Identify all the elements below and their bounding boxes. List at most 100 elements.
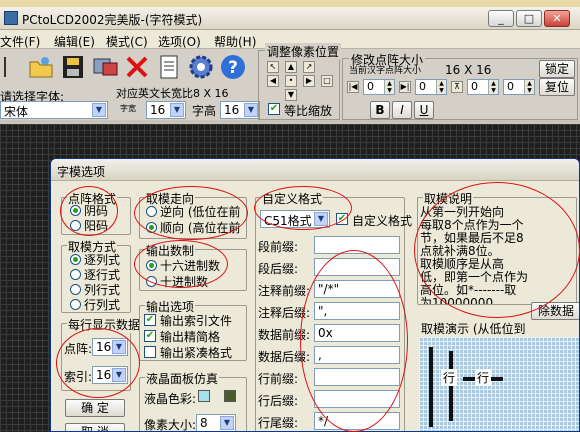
font-select[interactable]: 宋体 ▼ [0,101,108,119]
custom-field-input[interactable]: */ [314,412,400,430]
move-center-icon[interactable]: • [285,75,297,87]
radio-row-col[interactable] [70,299,81,310]
description-text: 从第一列开始向 每取8个点作为一个 节，如果最后不足8 点就补满8位。 取模顺序是从高低… [420,206,574,304]
chevron-down-icon[interactable]: ▼ [112,340,126,354]
description-title: 取模说明 [423,190,474,207]
menu-help[interactable]: 帮助(H) [214,33,256,50]
custom-field-input[interactable] [314,368,400,386]
current-size-value: 16 X 16 [445,63,492,77]
take-mode-group: 取模方式 逐列式 逐行式 列行式 行列式 [61,238,131,313]
radio-forward[interactable] [146,222,157,233]
index-per-row-select[interactable]: 16 ▼ [92,366,128,384]
output-index-checkbox[interactable]: ✔ [144,314,156,326]
spin-2[interactable]: 0 ▲ ▼ [415,79,447,95]
move-left-icon[interactable]: ◀ [267,75,279,87]
minimize-button[interactable]: _ [488,10,514,27]
radio-dec[interactable] [146,276,157,287]
per-row-title: 每行显示数据 [67,316,142,333]
ok-button[interactable]: 确 定 [65,399,125,417]
output-compact-label: 输出精简格 [160,330,221,344]
settings-gear-icon[interactable] [186,51,216,83]
chevron-down-icon[interactable]: ▼ [112,368,126,382]
custom-field-input[interactable] [314,390,400,408]
char-width-select[interactable]: 16 ▼ [146,101,186,119]
custom-format-group: 自定义格式 C51格式 ▼ ✔ 自定义格式 段前缀: 段后缀: 注释前缀: "/*" 注… [255,190,412,431]
close-button[interactable]: ✕ [544,10,570,27]
chevron-down-icon[interactable]: ▼ [92,103,106,117]
delete-data-button[interactable]: 除数据 [531,302,579,320]
shrink-height-icon[interactable]: ⊼ [451,81,463,93]
custom-field-input[interactable]: "/*" [314,280,400,298]
custom-field-value: , [318,348,322,362]
dot-per-row-label: 点阵: [64,342,93,356]
char-width-value: 16 [150,103,166,117]
custom-field-label: 行前缀: [258,372,299,386]
radio-hex-label: 十六进制数 [160,259,221,273]
menu-file[interactable]: 文件(F) [0,33,40,50]
char-height-select[interactable]: 16 ▼ [220,101,260,119]
radio-hex[interactable] [146,260,157,271]
custom-field-input[interactable] [314,258,400,276]
menu-edit[interactable]: 编辑(E) [54,33,95,50]
output-options-group: 输出选项 ✔ 输出索引文件 ✔ 输出精简格 输出紧凑格式 [139,298,247,361]
radio-row-by-row[interactable] [70,269,81,280]
move-up-right-icon[interactable]: ↗ [303,61,315,73]
output-compact-checkbox[interactable]: ✔ [144,330,156,342]
format-select[interactable]: C51格式 ▼ [260,210,330,228]
lcd-cell-color-swatch[interactable] [198,390,210,402]
window-title: PCtoLCD2002完美版-(字符模式) [22,13,203,27]
menu-mode[interactable]: 模式(C) [106,33,148,50]
index-per-row-value: 16 [96,368,112,382]
spin-3[interactable]: 0 ▲ ▼ [467,79,499,95]
spin-4[interactable]: 0 ▲ ▼ [503,79,535,95]
radio-reverse[interactable] [146,206,157,217]
custom-field-value: 0x [318,326,333,340]
output-index-label: 输出索引文件 [160,314,233,328]
direction-group: 取模走向 逆向 (低位在前 顺向 (高位在前 [139,190,247,239]
cancel-button[interactable]: 取 消 [65,423,125,431]
custom-field-label: 数据前缀: [258,328,311,342]
lock-button[interactable]: 锁定 [539,60,575,78]
char-height-label: 字高 [192,104,217,118]
help-icon[interactable]: ? [218,51,248,83]
radio-col-row[interactable] [70,284,81,295]
maximize-button[interactable]: □ [516,10,542,27]
spin-1[interactable]: 0 ▲ ▼ [363,79,395,95]
custom-field-input[interactable]: 0x [314,324,400,342]
lcd-pixel-color-swatch[interactable] [224,390,236,402]
move-up-left-icon[interactable]: ↖ [267,61,279,73]
custom-field-input[interactable]: ", [314,302,400,320]
custom-field-value: ", [318,304,328,318]
pixel-size-select[interactable]: 8 ▼ [196,414,236,431]
custom-field-input[interactable] [314,236,400,254]
chevron-down-icon[interactable]: ▼ [220,416,234,430]
chevron-down-icon[interactable]: ▼ [314,212,328,226]
custom-field-label: 注释后缀: [258,306,311,320]
radio-col-by-col[interactable] [70,254,81,265]
custom-field-input[interactable]: , [314,346,400,364]
document-icon[interactable] [154,51,184,83]
dot-per-row-select[interactable]: 16 ▼ [92,338,128,356]
move-reset-icon[interactable]: □ [321,75,333,87]
lcd-panel-title: 液晶面板仿真 [145,370,220,387]
chevron-down-icon[interactable]: ▼ [170,103,184,117]
menu-options[interactable]: 选项(O) [158,33,201,50]
radio-negative[interactable] [70,205,81,216]
move-up-icon[interactable]: ▲ [285,61,297,73]
restore-button[interactable]: 复位 [539,78,575,96]
title-bar: PCtoLCD2002完美版-(字符模式) _ □ ✕ [0,7,580,30]
grow-width-icon[interactable]: ▶| [399,81,411,93]
save-icon[interactable] [58,51,88,83]
delete-icon[interactable] [122,51,152,83]
generate-icon[interactable] [90,51,120,83]
open-folder-icon[interactable] [26,51,56,83]
per-row-group: 每行显示数据 点阵: 16 ▼ 索引: 16 ▼ [61,316,142,391]
move-right-icon[interactable]: ▶ [303,75,315,87]
radio-positive[interactable] [70,220,81,231]
custom-format-title: 自定义格式 [261,190,324,207]
output-tight-checkbox[interactable] [144,346,156,358]
shrink-width-icon[interactable]: |◀ [347,81,359,93]
move-down-icon[interactable]: ▼ [285,89,297,101]
chevron-down-icon[interactable]: ▼ [244,103,258,117]
custom-format-checkbox[interactable]: ✔ [336,213,348,225]
